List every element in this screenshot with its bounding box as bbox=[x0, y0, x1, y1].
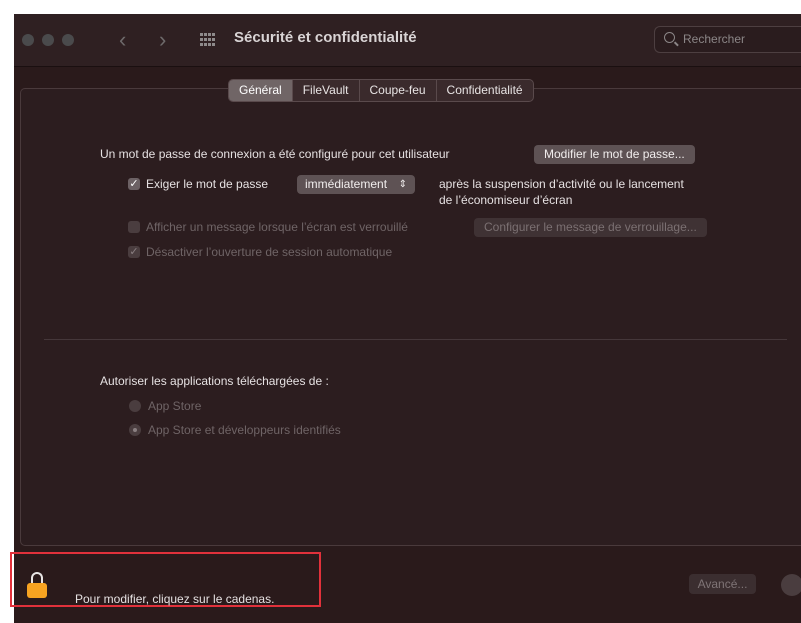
window-title: Sécurité et confidentialité bbox=[234, 29, 417, 46]
zoom-window-button[interactable] bbox=[62, 34, 74, 46]
forward-button[interactable]: › bbox=[159, 26, 166, 54]
help-button[interactable] bbox=[781, 574, 801, 596]
require-password-suffix-2: de l’économiseur d’écran bbox=[439, 193, 573, 207]
radio-app-store-label: App Store bbox=[148, 399, 202, 413]
search-field[interactable]: Rechercher bbox=[654, 26, 801, 53]
allow-apps-label: Autoriser les applications téléchargées … bbox=[100, 374, 329, 388]
radio-app-store-identified[interactable] bbox=[129, 424, 141, 436]
require-password-label: Exiger le mot de passe bbox=[146, 177, 269, 191]
back-button[interactable]: ‹ bbox=[119, 26, 126, 54]
radio-app-store[interactable] bbox=[129, 400, 141, 412]
lock-hint-text: Pour modifier, cliquez sur le cadenas. bbox=[75, 592, 275, 606]
change-password-button[interactable]: Modifier le mot de passe... bbox=[534, 145, 695, 164]
minimize-window-button[interactable] bbox=[42, 34, 54, 46]
require-password-checkbox[interactable]: ✓ bbox=[128, 178, 140, 190]
set-lock-message-button[interactable]: Configurer le message de verrouillage... bbox=[474, 218, 707, 237]
password-delay-value: immédiatement bbox=[305, 177, 388, 191]
tab-privacy[interactable]: Confidentialité bbox=[437, 80, 533, 101]
search-icon bbox=[664, 32, 675, 43]
show-message-label: Afficher un message lorsque l’écran est … bbox=[146, 220, 408, 234]
search-placeholder: Rechercher bbox=[683, 32, 746, 46]
lock-icon[interactable] bbox=[27, 572, 47, 598]
require-password-suffix-1: après la suspension d’activité ou le lan… bbox=[439, 177, 684, 191]
tab-general[interactable]: Général bbox=[229, 80, 293, 101]
show-all-grid-icon[interactable] bbox=[200, 33, 216, 47]
up-down-chevron-icon: ⇕ bbox=[398, 179, 407, 190]
show-message-checkbox[interactable] bbox=[128, 221, 140, 233]
close-window-button[interactable] bbox=[22, 34, 34, 46]
title-bar: ‹ › Sécurité et confidentialité Recherch… bbox=[14, 14, 801, 67]
disable-autologin-checkbox[interactable]: ✓ bbox=[128, 246, 140, 258]
disable-autologin-label: Désactiver l’ouverture de session automa… bbox=[146, 245, 393, 259]
tab-bar: Général FileVault Coupe-feu Confidential… bbox=[228, 79, 534, 102]
password-delay-select[interactable]: immédiatement ⇕ bbox=[297, 175, 415, 194]
radio-app-store-identified-label: App Store et développeurs identifiés bbox=[148, 423, 341, 437]
tab-firewall[interactable]: Coupe-feu bbox=[360, 80, 437, 101]
tab-filevault[interactable]: FileVault bbox=[293, 80, 360, 101]
advanced-button[interactable]: Avancé... bbox=[689, 574, 756, 594]
section-divider bbox=[44, 339, 787, 340]
password-set-text: Un mot de passe de connexion a été confi… bbox=[100, 147, 450, 161]
